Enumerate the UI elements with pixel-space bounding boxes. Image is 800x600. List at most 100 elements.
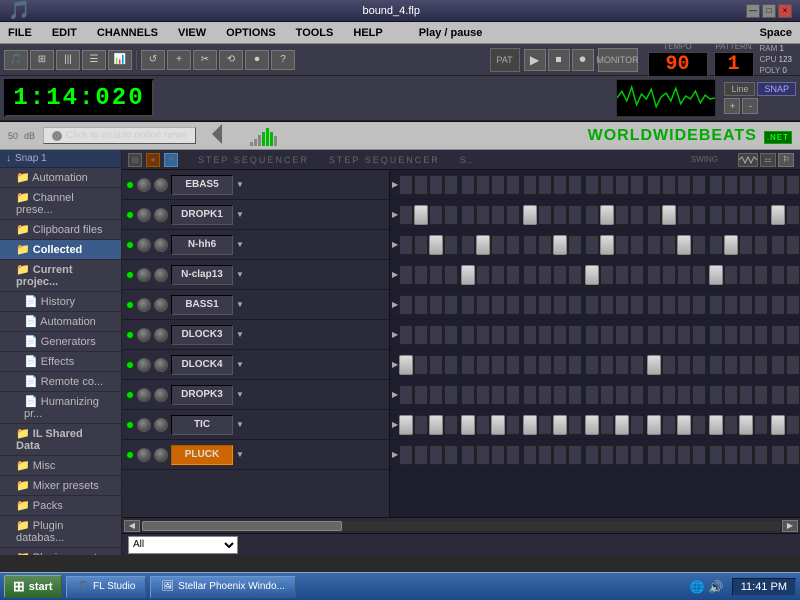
step-btn-7-9[interactable] xyxy=(538,385,552,405)
step-btn-8-21[interactable] xyxy=(724,415,738,435)
step-btn-2-22[interactable] xyxy=(739,235,753,255)
step-btn-4-17[interactable] xyxy=(662,295,676,315)
step-btn-7-19[interactable] xyxy=(692,385,706,405)
step-btn-8-3[interactable] xyxy=(444,415,458,435)
step-btn-5-19[interactable] xyxy=(692,325,706,345)
step-btn-3-24[interactable] xyxy=(771,265,785,285)
step-btn-1-24[interactable] xyxy=(771,205,785,225)
step-btn-2-2[interactable] xyxy=(429,235,443,255)
step-btn-9-7[interactable] xyxy=(506,445,520,465)
sidebar-item-current-project[interactable]: 📁 Current projec... xyxy=(0,260,121,292)
step-btn-8-5[interactable] xyxy=(476,415,490,435)
step-btn-6-21[interactable] xyxy=(724,355,738,375)
step-btn-8-15[interactable] xyxy=(630,415,644,435)
step-btn-4-22[interactable] xyxy=(739,295,753,315)
step-btn-5-8[interactable] xyxy=(523,325,537,345)
step-btn-3-9[interactable] xyxy=(538,265,552,285)
step-btn-8-12[interactable] xyxy=(585,415,599,435)
step-btn-2-9[interactable] xyxy=(538,235,552,255)
step-btn-5-20[interactable] xyxy=(709,325,723,345)
step-btn-6-2[interactable] xyxy=(429,355,443,375)
step-btn-1-0[interactable] xyxy=(399,205,413,225)
sidebar-item-collected[interactable]: 📁 Collected xyxy=(0,240,121,260)
step-btn-5-9[interactable] xyxy=(538,325,552,345)
step-btn-1-16[interactable] xyxy=(647,205,661,225)
step-btn-3-2[interactable] xyxy=(429,265,443,285)
toolbar-icon-2[interactable]: ⊞ xyxy=(30,50,54,70)
line-btn[interactable]: Line xyxy=(724,82,755,96)
sidebar-item-remote[interactable]: 📄 Remote co... xyxy=(0,372,121,392)
step-btn-3-25[interactable] xyxy=(786,265,800,285)
step-btn-4-6[interactable] xyxy=(491,295,505,315)
toolbar-icon-6[interactable]: ↺ xyxy=(141,50,165,70)
step-btn-9-22[interactable] xyxy=(739,445,753,465)
step-btn-5-23[interactable] xyxy=(754,325,768,345)
step-btn-7-8[interactable] xyxy=(523,385,537,405)
step-btn-6-20[interactable] xyxy=(709,355,723,375)
step-btn-3-12[interactable] xyxy=(585,265,599,285)
step-btn-5-24[interactable] xyxy=(771,325,785,345)
step-btn-0-12[interactable] xyxy=(585,175,599,195)
step-btn-0-4[interactable] xyxy=(461,175,475,195)
step-btn-2-13[interactable] xyxy=(600,235,614,255)
step-btn-4-10[interactable] xyxy=(553,295,567,315)
step-btn-2-1[interactable] xyxy=(414,235,428,255)
step-btn-7-4[interactable] xyxy=(461,385,475,405)
step-btn-9-1[interactable] xyxy=(414,445,428,465)
channel-knob2-3[interactable] xyxy=(154,268,168,282)
scroll-track[interactable] xyxy=(142,521,780,531)
step-btn-5-0[interactable] xyxy=(399,325,413,345)
toolbar-icon-5[interactable]: 📊 xyxy=(108,50,132,70)
step-btn-5-17[interactable] xyxy=(662,325,676,345)
step-btn-9-23[interactable] xyxy=(754,445,768,465)
channel-knob2-4[interactable] xyxy=(154,298,168,312)
step-btn-2-14[interactable] xyxy=(615,235,629,255)
step-btn-6-1[interactable] xyxy=(414,355,428,375)
snap-btn[interactable]: SNAP xyxy=(757,82,796,96)
maximize-button[interactable]: □ xyxy=(762,4,776,18)
step-btn-9-13[interactable] xyxy=(600,445,614,465)
step-btn-7-24[interactable] xyxy=(771,385,785,405)
step-btn-8-1[interactable] xyxy=(414,415,428,435)
minimize-button[interactable]: — xyxy=(746,4,760,18)
channel-knob1-1[interactable] xyxy=(137,208,151,222)
step-btn-9-12[interactable] xyxy=(585,445,599,465)
step-btn-5-13[interactable] xyxy=(600,325,614,345)
stop-button[interactable]: ⏹ xyxy=(548,49,570,71)
step-btn-0-16[interactable] xyxy=(647,175,661,195)
step-btn-6-18[interactable] xyxy=(677,355,691,375)
step-btn-1-19[interactable] xyxy=(692,205,706,225)
step-btn-8-11[interactable] xyxy=(568,415,582,435)
step-btn-3-0[interactable] xyxy=(399,265,413,285)
channel-led-1[interactable] xyxy=(126,211,134,219)
step-btn-0-24[interactable] xyxy=(771,175,785,195)
step-btn-9-14[interactable] xyxy=(615,445,629,465)
step-btn-6-16[interactable] xyxy=(647,355,661,375)
step-btn-3-23[interactable] xyxy=(754,265,768,285)
channel-name-5[interactable]: DLOCK3 xyxy=(171,325,233,345)
sidebar-item-plugin-presets[interactable]: 📁 Plugin presets xyxy=(0,548,121,555)
step-btn-8-8[interactable] xyxy=(523,415,537,435)
step-btn-0-0[interactable] xyxy=(399,175,413,195)
channel-knob2-5[interactable] xyxy=(154,328,168,342)
step-btn-9-20[interactable] xyxy=(709,445,723,465)
step-btn-0-5[interactable] xyxy=(476,175,490,195)
step-btn-0-11[interactable] xyxy=(568,175,582,195)
step-btn-5-6[interactable] xyxy=(491,325,505,345)
step-btn-5-21[interactable] xyxy=(724,325,738,345)
step-btn-7-7[interactable] xyxy=(506,385,520,405)
step-btn-2-7[interactable] xyxy=(506,235,520,255)
step-btn-7-25[interactable] xyxy=(786,385,800,405)
step-btn-0-17[interactable] xyxy=(662,175,676,195)
pattern-display[interactable]: 1 xyxy=(714,52,754,78)
step-btn-1-1[interactable] xyxy=(414,205,428,225)
filter-select[interactable]: AllDrumsBassMelodyFX xyxy=(128,536,238,554)
sidebar-item-plugin-db[interactable]: 📁 Plugin databas... xyxy=(0,516,121,548)
step-btn-6-25[interactable] xyxy=(786,355,800,375)
step-btn-5-22[interactable] xyxy=(739,325,753,345)
step-btn-2-0[interactable] xyxy=(399,235,413,255)
channel-name-1[interactable]: DROPK1 xyxy=(171,205,233,225)
step-btn-3-8[interactable] xyxy=(523,265,537,285)
step-btn-9-16[interactable] xyxy=(647,445,661,465)
channel-knob2-6[interactable] xyxy=(154,358,168,372)
